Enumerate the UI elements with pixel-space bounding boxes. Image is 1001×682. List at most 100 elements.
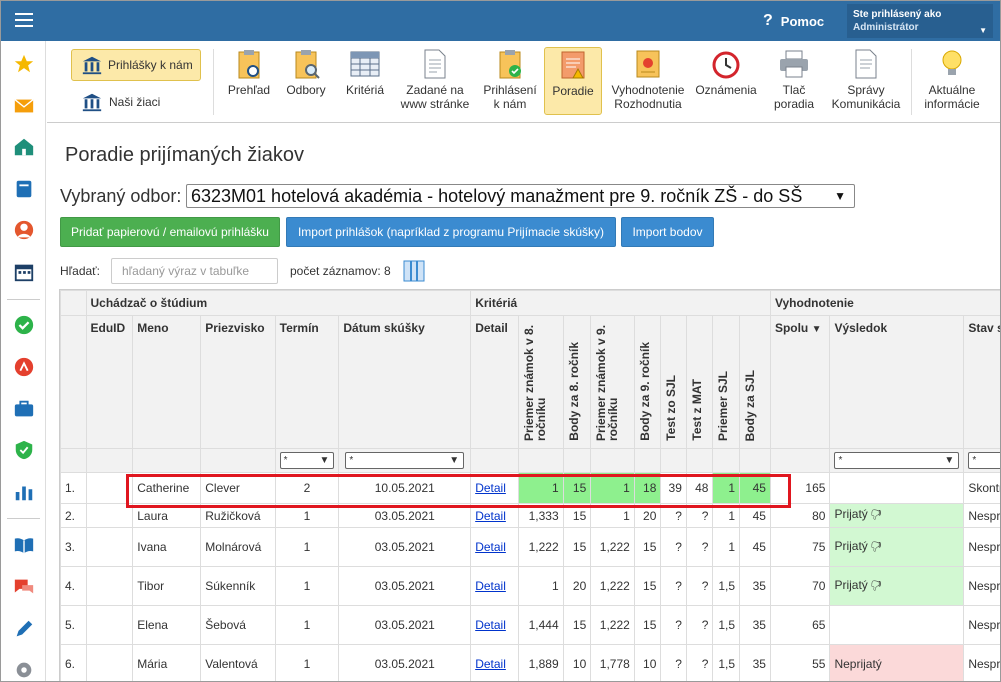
- termin-filter[interactable]: * ▼: [279, 452, 335, 469]
- cell-stav: Nespracovaná: [963, 503, 1000, 528]
- calendar-icon[interactable]: [13, 261, 35, 283]
- col-c7[interactable]: Priemer SJL: [712, 315, 740, 449]
- cell-c6: ?: [685, 605, 714, 645]
- col-c8-label: Body za SJL: [743, 369, 757, 441]
- briefcase-icon[interactable]: [13, 398, 35, 420]
- col-c3[interactable]: Priemer známok v 9. ročníku: [590, 315, 635, 449]
- col-datum[interactable]: Dátum skúšky: [338, 315, 472, 449]
- col-vysledok[interactable]: Výsledok: [829, 315, 965, 449]
- mail-icon[interactable]: [13, 95, 35, 117]
- cell-meno: Tibor: [132, 566, 202, 606]
- import-applications-button[interactable]: Import prihlášok (napríklad z programu P…: [286, 217, 616, 247]
- cell-termin: 2: [274, 472, 340, 504]
- add-paper-application-button[interactable]: Pridať papierovú / emailovú prihlášku: [60, 217, 280, 247]
- pencil-icon[interactable]: [13, 618, 35, 640]
- tool-tlac[interactable]: Tlač poradia: [763, 47, 825, 115]
- help-link[interactable]: ? Pomoc: [763, 12, 824, 30]
- columns-icon[interactable]: [403, 260, 425, 282]
- menu-icon[interactable]: [15, 13, 33, 27]
- star-icon[interactable]: [13, 53, 35, 75]
- cell-c4: 15: [633, 605, 662, 645]
- col-c4[interactable]: Body za 9. ročník: [633, 315, 662, 449]
- sidebar: [1, 41, 46, 681]
- table-row[interactable]: 5. Elena Šebová 1 03.05.2021 Detail 1,444 15 1,2…: [60, 605, 1000, 645]
- table-row[interactable]: 1. Catherine Clever 2 10.05.2021 Detail 1 15 1 18…: [60, 472, 1000, 504]
- open-book-icon[interactable]: [13, 534, 35, 556]
- nasi-ziaci-button[interactable]: Naši žiaci: [81, 91, 160, 113]
- tool-odbory[interactable]: Odbory: [281, 47, 331, 115]
- cell-spolu: 55: [769, 644, 831, 681]
- sidebar-divider: [7, 299, 40, 300]
- datum-filter[interactable]: * ▼: [345, 452, 465, 469]
- record-count: počet záznamov: 8: [290, 264, 391, 278]
- col-c8[interactable]: Body za SJL: [739, 315, 771, 449]
- row-index: 6.: [60, 644, 87, 681]
- tool-vyhodnotenie[interactable]: Vyhodnotenie Rozhodnutia: [606, 47, 690, 115]
- odbor-select[interactable]: 6323M01 hotelová akadémia - hotelový man…: [186, 184, 855, 208]
- search-input[interactable]: hľadaný výraz v tabuľke: [111, 258, 278, 284]
- bar-chart-icon[interactable]: [13, 481, 35, 503]
- book-icon[interactable]: [13, 178, 35, 200]
- printer-icon: [778, 47, 810, 81]
- detail-link[interactable]: Detail: [475, 579, 506, 593]
- detail-link[interactable]: Detail: [475, 540, 506, 554]
- stav-filter[interactable]: *: [968, 452, 1000, 469]
- prihlasky-button[interactable]: Prihlášky k nám: [71, 49, 201, 81]
- row-index: 2.: [60, 503, 87, 528]
- sidebar-divider: [7, 518, 40, 519]
- question-icon: ?: [763, 12, 773, 29]
- tool-zadane[interactable]: Zadané na www stránke: [397, 47, 473, 115]
- tool-spravy[interactable]: Správy Komunikácia: [825, 47, 907, 115]
- gear-icon[interactable]: [13, 659, 35, 681]
- cell-c2: 20: [562, 566, 592, 606]
- home-icon[interactable]: [13, 136, 35, 158]
- cell-c1: 1: [518, 472, 564, 504]
- col-c2[interactable]: Body za 8. ročník: [562, 315, 592, 449]
- col-meno[interactable]: Meno: [132, 315, 202, 449]
- cell-spolu: 65: [769, 605, 831, 645]
- col-c6[interactable]: Test z MAT: [685, 315, 714, 449]
- user-target-icon[interactable]: [13, 219, 35, 241]
- alert-icon[interactable]: [13, 356, 35, 378]
- col-detail[interactable]: Detail: [470, 315, 519, 449]
- detail-link[interactable]: Detail: [475, 481, 506, 495]
- col-priezvisko[interactable]: Priezvisko: [200, 315, 276, 449]
- message-document-icon: [850, 47, 882, 81]
- table-row[interactable]: 4. Tibor Súkenník 1 03.05.2021 Detail 1 20 1,222…: [60, 566, 1000, 606]
- col-stav[interactable]: Stav spracova: [963, 315, 1000, 449]
- tool-prehlad[interactable]: Prehľad: [221, 47, 277, 115]
- tool-oznamenia[interactable]: Oznámenia: [692, 47, 760, 115]
- detail-link[interactable]: Detail: [475, 618, 506, 632]
- tool-kriteria[interactable]: Kritériá: [337, 47, 393, 115]
- vysledok-filter[interactable]: * ▼: [834, 452, 960, 469]
- tool-aktualne[interactable]: Aktuálne informácie: [915, 47, 989, 115]
- cell-c8: 35: [739, 566, 771, 606]
- col-c1[interactable]: Priemer známok v 8. ročníku: [518, 315, 564, 449]
- check-circle-icon[interactable]: [13, 314, 35, 336]
- detail-link[interactable]: Detail: [475, 657, 506, 671]
- toolbar-divider: [213, 49, 214, 115]
- table-row[interactable]: 3. Ivana Molnárová 1 03.05.2021 Detail 1,222 15…: [60, 527, 1000, 567]
- cell-c3: 1,778: [590, 644, 635, 681]
- col-termin[interactable]: Termín: [274, 315, 340, 449]
- col-spolu[interactable]: Spolu ▼: [769, 315, 831, 449]
- col-c3-label: Priemer známok v 9. ročníku: [594, 324, 621, 441]
- shield-check-icon[interactable]: [13, 439, 35, 461]
- filter-empty: [660, 448, 687, 473]
- col-eduid[interactable]: EduID: [85, 315, 134, 449]
- cell-c7: 1,5: [712, 605, 740, 645]
- user-menu[interactable]: Ste prihlásený ako Administrátor ▼: [847, 4, 993, 38]
- table-row[interactable]: 2. Laura Ružičková 1 03.05.2021 Detail 1,333 15…: [60, 503, 1000, 528]
- tool-prihlaseni[interactable]: Prihlásení k nám: [477, 47, 543, 115]
- help-label: Pomoc: [780, 13, 825, 29]
- import-points-button[interactable]: Import bodov: [621, 217, 714, 247]
- col-c5[interactable]: Test zo SJL: [660, 315, 687, 449]
- page-title: Poradie prijímaných žiakov: [65, 144, 304, 166]
- chat-icon[interactable]: [13, 576, 35, 598]
- col-spolu-label: Spolu: [774, 321, 809, 335]
- tool-poradie[interactable]: Poradie: [544, 47, 602, 115]
- filter-empty: [60, 448, 87, 473]
- detail-link[interactable]: Detail: [475, 509, 506, 523]
- table-row[interactable]: 6. Mária Valentová 1 03.05.2021 Detail 1,889 10…: [60, 644, 1000, 681]
- cell-detail: Detail: [470, 527, 519, 567]
